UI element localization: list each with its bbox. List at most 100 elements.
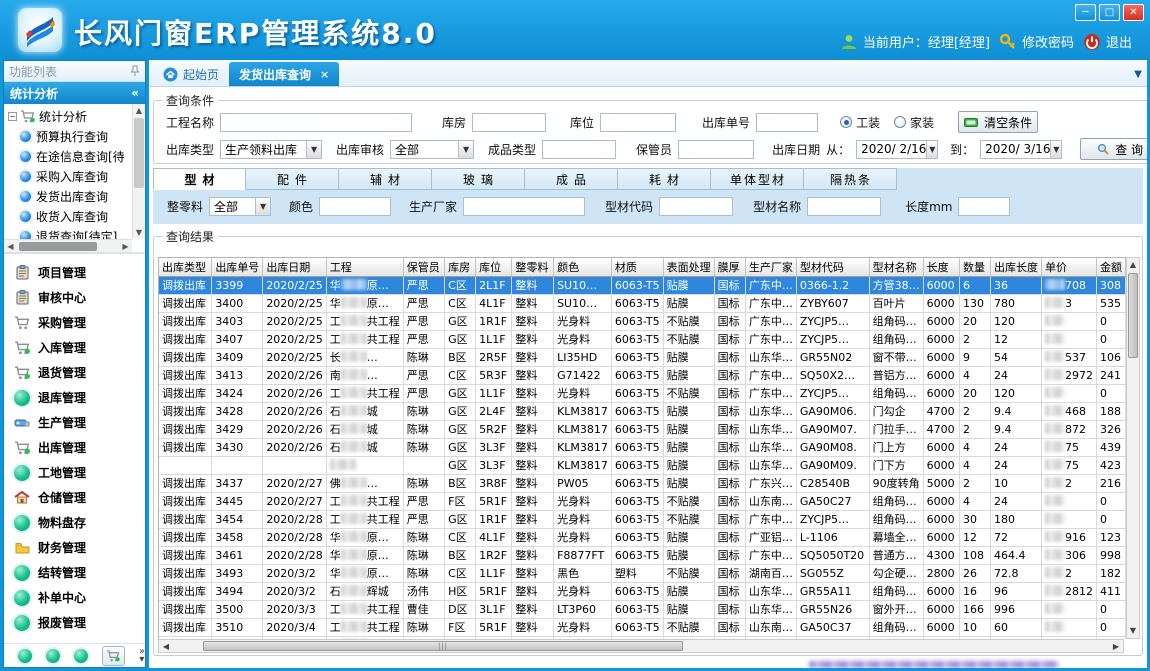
sidebar-item-9[interactable]: 仓储管理 (4, 485, 145, 510)
table-row[interactable]: 调拨出库34942020/3/2石辉城汤伟H区5R1F整料光身料6063-T5贴… (159, 582, 1126, 600)
subtab-0[interactable]: 型材 (153, 168, 246, 190)
table-row[interactable]: 调拨出库34242020/2/26工共工程严思G区1L1F整料光身料6063-T… (159, 384, 1126, 402)
column-header-5[interactable]: 库房 (445, 258, 476, 276)
manufacturer-input[interactable] (463, 197, 585, 216)
project-name-input[interactable] (220, 113, 412, 132)
module-circle-icon[interactable] (18, 649, 32, 663)
sidebar-item-10[interactable]: 物料盘存 (4, 510, 145, 535)
grid-horizontal-scrollbar[interactable]: ◀ ||| ▶ (158, 639, 1124, 653)
date-from-select[interactable]: 2020/ 2/16▼ (856, 140, 938, 159)
outbound-audit-select[interactable]: 全部▼ (390, 140, 474, 159)
statistics-section-header[interactable]: 统计分析 « (4, 82, 145, 104)
table-row[interactable]: 调拨出库34612020/2/28华原…陈琳B区1R2F整料F8877FT606… (159, 546, 1126, 564)
subtab-2[interactable]: 辅材 (339, 168, 432, 190)
column-header-3[interactable]: 工程 (326, 258, 403, 276)
module-circle-icon[interactable] (74, 649, 88, 663)
tree-collapse-icon[interactable]: − (8, 112, 17, 121)
module-cart-button[interactable] (102, 646, 125, 666)
table-row[interactable]: 调拨出库33992020/2/25华原…严思C区2L1F整料SU10…6063-… (159, 276, 1126, 294)
tabstrip-dropdown-icon[interactable]: ▼ (1134, 69, 1142, 80)
search-button[interactable]: 查 询 (1080, 138, 1147, 160)
tree-item-5[interactable]: 退货查询[待定] (4, 226, 132, 239)
column-header-19[interactable]: 金额 (1096, 258, 1125, 276)
change-password-link[interactable]: 修改密码 (999, 32, 1074, 51)
tree-item-1[interactable]: 在途信息查询[待 (4, 146, 132, 166)
tab-home[interactable]: 起始页 (153, 62, 229, 86)
location-input[interactable] (600, 113, 676, 132)
subtab-3[interactable]: 玻璃 (432, 168, 525, 190)
table-row[interactable]: 调拨出库35102020/3/4工共工程陈琳F区5R1F整料光身料6063-T5… (159, 618, 1126, 636)
minimize-button[interactable]: ─ (1075, 4, 1096, 21)
table-row[interactable]: 调拨出库34002020/2/25华原…严思C区4L1F整料SU10…6063-… (159, 294, 1126, 312)
collapse-icon[interactable]: « (131, 86, 139, 100)
product-type-input[interactable] (542, 140, 616, 159)
column-header-7[interactable]: 整零料 (512, 258, 554, 276)
sidebar-item-11[interactable]: 财务管理 (4, 535, 145, 560)
table-row[interactable]: 调拨出库34072020/2/25工共工程严思G区1L1F整料光身料6063-T… (159, 330, 1126, 348)
overflow-chevrons[interactable]: »▾ (139, 648, 145, 664)
tree-item-3[interactable]: 发货出库查询 (4, 186, 132, 206)
sidebar-item-4[interactable]: 退货管理 (4, 360, 145, 385)
column-header-2[interactable]: 出库日期 (263, 258, 326, 276)
gongzhuang-radio[interactable]: 工装 (840, 114, 880, 131)
subtab-4[interactable]: 成品 (525, 168, 618, 190)
column-header-4[interactable]: 保管员 (403, 258, 444, 276)
subtab-5[interactable]: 耗材 (618, 168, 711, 190)
column-header-13[interactable]: 型材代码 (796, 258, 869, 276)
column-header-15[interactable]: 长度 (923, 258, 959, 276)
sidebar-item-13[interactable]: 补单中心 (4, 585, 145, 610)
table-row[interactable]: 调拨出库34932020/3/2华原…陈琳C区1L1F整料黑色塑料不贴膜国标湖南… (159, 564, 1126, 582)
sidebar-item-3[interactable]: 入库管理 (4, 335, 145, 360)
column-header-18[interactable]: 单价 (1041, 258, 1096, 276)
warehouse-input[interactable] (472, 113, 546, 132)
maximize-button[interactable]: □ (1099, 4, 1120, 21)
tree-vertical-scrollbar[interactable]: ▲ ▼ (132, 104, 145, 239)
table-row[interactable]: 调拨出库34372020/2/27佛…陈琳B区3R8F整料PW056063-T5… (159, 474, 1126, 492)
table-row[interactable]: 调拨出库34582020/2/28华原…陈琳C区4L1F整料光身料6063-T5… (159, 528, 1126, 546)
column-header-10[interactable]: 表面处理 (663, 258, 714, 276)
table-row[interactable]: 调拨出库34292020/2/26石城陈琳G区5R2F整料KLM38176063… (159, 420, 1126, 438)
module-circle-icon[interactable] (46, 649, 60, 663)
jiazhuang-radio[interactable]: 家装 (894, 114, 934, 131)
column-header-1[interactable]: 出库单号 (212, 258, 263, 276)
sidebar-item-2[interactable]: 采购管理 (4, 310, 145, 335)
logout-link[interactable]: 退出 (1083, 32, 1132, 51)
sidebar-item-8[interactable]: 工地管理 (4, 460, 145, 485)
radio-off-icon[interactable] (894, 116, 906, 128)
column-header-11[interactable]: 膜厚 (714, 258, 745, 276)
column-header-9[interactable]: 材质 (611, 258, 663, 276)
tab-shipment-outbound-query[interactable]: 发货出库查询 × (229, 62, 339, 86)
scroll-up-icon[interactable]: ▲ (133, 104, 145, 117)
clear-conditions-button[interactable]: 清空条件 (958, 111, 1038, 133)
keeper-input[interactable] (678, 140, 754, 159)
sidebar-item-12[interactable]: 结转管理 (4, 560, 145, 585)
scroll-right-icon[interactable]: ▶ (1109, 642, 1123, 651)
table-row[interactable]: G区3L3F整料KLM38176063-T5贴膜国标山东华…GA90M09.门下… (159, 456, 1126, 474)
tree-item-2[interactable]: 采购入库查询 (4, 166, 132, 186)
grid-vertical-scrollbar[interactable]: ▲ ▼ (1126, 257, 1140, 639)
subtab-6[interactable]: 单体型材 (711, 168, 804, 190)
scroll-down-icon[interactable]: ▼ (133, 226, 145, 239)
color-input[interactable] (319, 197, 391, 216)
scroll-down-icon[interactable]: ▼ (1127, 624, 1139, 638)
tree-root[interactable]: − 统计分析 (4, 106, 132, 126)
table-row[interactable]: 调拨出库34092020/2/25长…陈琳B区2R5F整料LI35HD6063-… (159, 348, 1126, 366)
sidebar-item-0[interactable]: 项目管理 (4, 260, 145, 285)
table-row[interactable]: 调拨出库34282020/2/26石城陈琳G区2L4F整料KLM38176063… (159, 402, 1126, 420)
tree-item-0[interactable]: 预算执行查询 (4, 126, 132, 146)
scroll-up-icon[interactable]: ▲ (1127, 258, 1139, 272)
tab-close-icon[interactable]: × (320, 68, 329, 81)
table-row[interactable]: 调拨出库34132020/2/26南…严思C区5R3F整料G714226063-… (159, 366, 1126, 384)
tree-item-4[interactable]: 收货入库查询 (4, 206, 132, 226)
column-header-12[interactable]: 生产厂家 (745, 258, 796, 276)
pin-icon[interactable] (130, 65, 140, 77)
column-header-8[interactable]: 颜色 (554, 258, 612, 276)
profile-name-input[interactable] (807, 197, 881, 216)
table-row[interactable]: 调拨出库35002020/3/3工共工程曹佳D区3L1F整料LT3P606063… (159, 600, 1126, 618)
outbound-type-select[interactable]: 生产领料出库▼ (220, 140, 322, 159)
date-to-select[interactable]: 2020/ 3/16▼ (980, 140, 1062, 159)
length-input[interactable] (958, 197, 1010, 216)
table-row[interactable]: 调拨出库34542020/2/28工共工程严思G区1R1F整料光身料6063-T… (159, 510, 1126, 528)
sidebar-item-6[interactable]: 生产管理 (4, 410, 145, 435)
tree-horizontal-scrollbar[interactable]: ◀ ▶ (4, 239, 132, 252)
